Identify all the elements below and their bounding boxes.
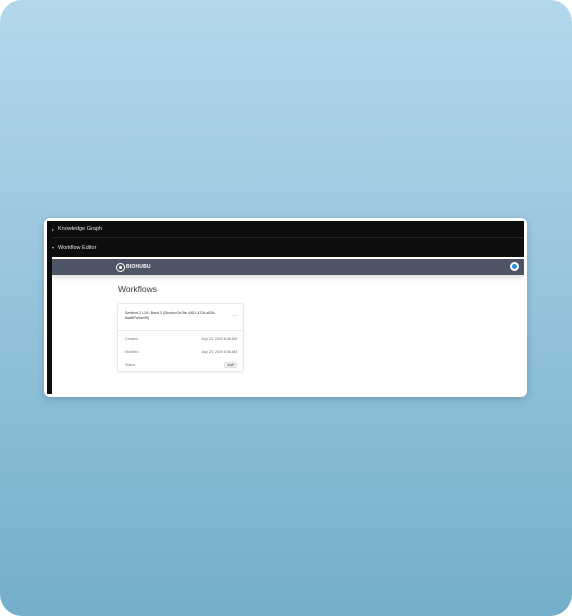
tab-knowledge-graph[interactable]: ▸ Knowledge Graph (47, 221, 524, 237)
screenshot-frame: ▸ Knowledge Graph ▾ Workflow Editor BIOH… (44, 218, 527, 397)
circle-status-icon (512, 264, 517, 269)
divider (118, 330, 243, 331)
app-window: ▸ Knowledge Graph ▾ Workflow Editor BIOH… (47, 221, 524, 394)
modified-value: July 23, 2024 8:46 AM (201, 350, 237, 354)
modified-label: Modified (125, 350, 139, 354)
chevron-down-icon: ▾ (52, 245, 55, 250)
app-header: BIOHUBU (52, 259, 524, 275)
workflow-title: Sentinel-2 L2A: Band 2 (Sinchez2e15e-445… (125, 311, 216, 321)
brand-logo[interactable]: BIOHUBU (116, 262, 151, 272)
tab-workflow-editor[interactable]: ▾ Workflow Editor (47, 237, 524, 257)
modified-row: Modified July 23, 2024 8:46 AM (125, 349, 237, 355)
chevron-right-icon: ▸ (52, 226, 55, 232)
status-row: Status draft (125, 361, 237, 369)
created-row: Created July 23, 2024 8:46 AM (125, 336, 237, 342)
tab-label: Knowledge Graph (58, 226, 103, 232)
more-options-icon[interactable]: ··· (232, 313, 238, 319)
created-value: July 23, 2024 8:46 AM (201, 337, 237, 341)
status-badge: draft (224, 361, 237, 369)
side-rail (47, 221, 52, 394)
created-label: Created (125, 337, 138, 341)
header-action-button[interactable] (510, 262, 519, 271)
status-label: Status (125, 363, 136, 367)
tab-label: Workflow Editor (58, 244, 97, 251)
brand-logo-icon (116, 262, 125, 272)
brand-logo-text: BIOHUBU (126, 264, 151, 270)
workflow-card[interactable]: Sentinel-2 L2A: Band 2 (Sinchez2e15e-445… (117, 303, 244, 372)
page-title: Workflows (118, 284, 158, 294)
